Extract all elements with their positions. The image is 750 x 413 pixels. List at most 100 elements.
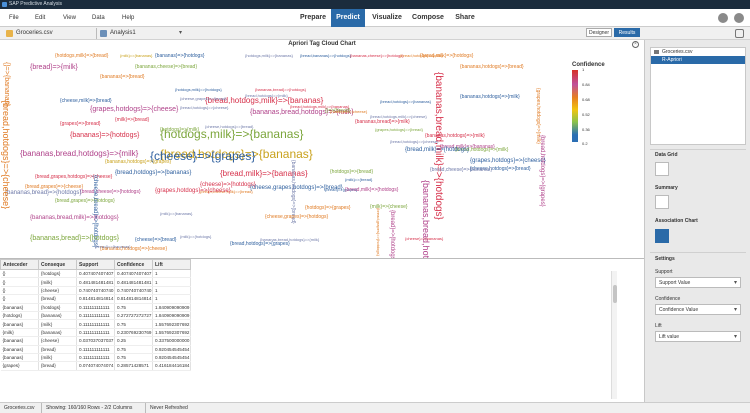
- column-header[interactable]: Confidence: [114, 259, 153, 270]
- dataset-item-r-apriori[interactable]: R-Apriori: [651, 56, 745, 64]
- tag-cloud-item[interactable]: {bread,grapes}=>{hotdogs}: [55, 199, 115, 204]
- tag-cloud-item[interactable]: {bananas,cheese}=>{hotdogs}: [350, 54, 404, 58]
- tag-cloud-item[interactable]: {bread}=>{bananas}: [95, 245, 131, 249]
- menu-view[interactable]: View: [63, 9, 76, 27]
- tag-cloud-item[interactable]: {bread,hotdogs,milk}=>{bananas}: [290, 105, 349, 109]
- tag-cloud-item[interactable]: {milk}=>{bread}: [115, 118, 149, 123]
- grid-scroll-thumb[interactable]: [613, 285, 617, 303]
- tag-cloud-item[interactable]: {bread,hotdogs,milk}=>{cheese}: [370, 115, 427, 119]
- tag-cloud-item[interactable]: {bananas,hotdogs}=>{bread}: [460, 65, 524, 70]
- tag-cloud-item[interactable]: {bread,hotdogs}=>{bananas}: [380, 100, 431, 104]
- tag-cloud-item[interactable]: {bread,milk}=>{hotdogs}: [420, 54, 473, 59]
- tag-cloud-item[interactable]: {milk}=>{bananas}: [120, 54, 152, 58]
- tag-cloud-item[interactable]: {milk}=>{bread}: [345, 178, 372, 182]
- tag-cloud-item[interactable]: {hotdogs}=>{cheese}: [330, 110, 367, 114]
- table-row[interactable]: {bananas} {milk} 0.111111111111 0.75 1.55769…: [0, 319, 191, 329]
- tag-cloud-item[interactable]: {bananas}=>{hotdogs}: [155, 54, 205, 59]
- tag-cloud-item[interactable]: {bread,hotdogs}=>{cheese}: [390, 140, 439, 144]
- tag-cloud-item[interactable]: {bread,hotdogs}=>{bananas}: [115, 170, 191, 176]
- tag-cloud-item[interactable]: {bread,hotdogs}=>{grapes}: [230, 242, 290, 247]
- table-row[interactable]: {hotdogs} {bananas} 0.111111111111 0.272727…: [0, 311, 191, 321]
- summary-icon[interactable]: [655, 195, 669, 209]
- tab-prepare[interactable]: Prepare: [296, 9, 330, 27]
- table-row[interactable]: {grapes} {bread} 0.074074074074 0.285714285…: [0, 361, 191, 371]
- table-row[interactable]: {} {bread} 0.814814814814 0.814814814814 1: [0, 294, 191, 304]
- tag-cloud-item[interactable]: {hotdogs,milk}=>{bread}: [55, 54, 108, 59]
- tag-cloud-item[interactable]: {bananas,bread,milk}=>{hotdogs}: [30, 215, 119, 221]
- tab-share[interactable]: Share: [452, 9, 478, 27]
- column-header[interactable]: Conseque: [38, 259, 77, 270]
- tab-compose[interactable]: Compose: [410, 9, 446, 27]
- table-row[interactable]: {bananas} {cheese} 0.037037037037 0.25 0.337…: [0, 336, 191, 346]
- tag-cloud-item[interactable]: {hotdogs,milk}=>{bananas}: [160, 128, 303, 140]
- tag-cloud-item[interactable]: {bread}=>{hotdogs}: [389, 210, 395, 262]
- tag-cloud-item[interactable]: {hotdogs}=>{grapes}: [305, 206, 351, 211]
- tag-cloud-item[interactable]: {grapes,hotdogs}=>{cheese}: [90, 106, 178, 113]
- settings-icon[interactable]: [718, 13, 728, 23]
- menu-data[interactable]: Data: [92, 9, 105, 27]
- tag-cloud-item[interactable]: {bread,bananas}=>{hotdogs}: [300, 54, 351, 58]
- tab-visualize[interactable]: Visualize: [368, 9, 406, 27]
- tag-cloud-item[interactable]: {bananas,cheese}=>{bread}: [135, 65, 197, 70]
- results-button[interactable]: Results: [614, 28, 640, 37]
- close-chart-icon[interactable]: ×: [632, 41, 639, 48]
- table-row[interactable]: {} {milk} 0.481481481481 0.481481481481 1: [0, 277, 191, 287]
- tag-cloud-item[interactable]: {milk}=>{bananas}: [160, 212, 192, 216]
- tag-cloud-item[interactable]: {bananas,hotdogs}=>{milk}: [460, 95, 520, 100]
- menu-help[interactable]: Help: [122, 9, 134, 27]
- column-header[interactable]: Anteceder: [0, 259, 39, 270]
- tag-cloud-item[interactable]: {grapes,hotdogs}=>{cheese}: [470, 158, 546, 164]
- table-row[interactable]: {} {hotdogs} 0.407407407407 0.407407407407 1: [0, 269, 191, 279]
- tag-cloud-item[interactable]: {hotdogs}=>{bread}: [330, 170, 373, 175]
- tag-cloud-item[interactable]: {bread,hotdogs}=>{grapes}: [539, 135, 545, 207]
- tag-cloud-item[interactable]: {bread,hotdogs}=>{cheese}: [1, 100, 11, 209]
- tag-cloud-item[interactable]: {milk}=>{cheese}: [370, 205, 408, 210]
- tag-cloud-item[interactable]: {cheese,grapes}=>{bread}: [180, 97, 227, 101]
- help-icon[interactable]: [734, 13, 744, 23]
- table-row[interactable]: {bananas} {hotdogs} 0.111111111111 0.75 1.84…: [0, 303, 191, 312]
- menu-file[interactable]: File: [9, 9, 19, 27]
- dataset-item-groceries[interactable]: Groceries.csv: [651, 48, 745, 56]
- column-header[interactable]: Support: [76, 259, 115, 270]
- tag-cloud-item[interactable]: {bread}=>{milk}: [30, 64, 78, 71]
- tag-cloud-item[interactable]: {hotdogs,milk}=>{hotdogs}: [175, 88, 222, 92]
- association-chart-icon[interactable]: [655, 229, 669, 243]
- table-row[interactable]: {bananas} {bread} 0.111111111111 0.75 0.9204…: [0, 345, 191, 354]
- tag-cloud-item[interactable]: {bread,milk}=>{hotdogs}: [345, 188, 398, 193]
- tag-cloud-item[interactable]: {bananas}=>{hotdogs}: [70, 132, 139, 139]
- tag-cloud-item[interactable]: {bananas,bread}=>{hotdogs}: [5, 190, 81, 196]
- table-row[interactable]: {milk} {bananas} 0.111111111111 0.230769230…: [0, 328, 191, 338]
- tag-cloud-item[interactable]: {grapes,hotdogs}=>{cheese}: [155, 188, 231, 194]
- tag-cloud-item[interactable]: {cheese,milk}=>{bread}: [60, 99, 112, 104]
- tag-cloud-item[interactable]: {bananas,bread}=>{milk}: [355, 120, 410, 125]
- tab-predict[interactable]: Predict: [331, 9, 365, 27]
- menu-edit[interactable]: Edit: [35, 9, 45, 27]
- tag-cloud-item[interactable]: {bread,milk}=>{hotdogs}: [405, 147, 469, 153]
- table-row[interactable]: {} {cheese} 0.740740740740 0.740740740740 1: [0, 286, 191, 296]
- tag-cloud-item[interactable]: {cheese}=>{bread}: [135, 238, 176, 243]
- tag-cloud-item[interactable]: {bread,grapes,hotdogs}=>{cheese}: [35, 175, 112, 180]
- tag-cloud-item[interactable]: {bread,grapes}=>{hotdogs}: [376, 208, 381, 256]
- tag-cloud-item[interactable]: {cheese,grapes}=>{hotdogs}: [265, 215, 328, 220]
- column-header[interactable]: Lift: [152, 259, 191, 270]
- tag-cloud-item[interactable]: {bread,cheese}=>{hotdogs}: [80, 190, 141, 195]
- analysis-selector[interactable]: Analysis1 ▾: [98, 28, 184, 39]
- tag-cloud-item[interactable]: {bread,cheese}=>{bananas}: [430, 168, 492, 173]
- tag-cloud-item[interactable]: {milk}=>{hotdogs}: [180, 235, 211, 239]
- export-icon[interactable]: [735, 29, 744, 38]
- data-grid-icon[interactable]: [655, 162, 669, 176]
- tag-cloud-item[interactable]: {grapes,hotdogs}=>{bread}: [375, 128, 423, 132]
- tag-cloud-item[interactable]: {bananas,bread,hotdogs}=>{milk}: [260, 238, 319, 242]
- confidence-select[interactable]: Confidence Value ▾: [655, 304, 741, 315]
- tag-cloud-item[interactable]: {bananas,bread}=>{hotdogs}: [30, 235, 119, 242]
- tag-cloud-item[interactable]: {bread,hotdogs}=>{cheese}: [180, 106, 229, 110]
- tag-cloud-item[interactable]: {bananas}=>{bread}: [100, 75, 145, 80]
- tag-cloud-item[interactable]: {bananas,hotdogs}=>{grapes}: [105, 160, 171, 165]
- support-select[interactable]: Support Value ▾: [655, 277, 741, 288]
- grid-scrollbar[interactable]: [611, 271, 617, 399]
- tag-cloud-item[interactable]: {hotdogs,milk}=>{bananas}: [245, 54, 293, 58]
- tag-cloud-item[interactable]: {bananas,bread,hotdogs}=>{milk}: [20, 150, 138, 158]
- table-row[interactable]: {bananas} {milk} 0.111111111111 0.75 0.92045…: [0, 353, 191, 363]
- tag-cloud-item[interactable]: {bananas,bread}=>{hotdogs}: [255, 88, 306, 92]
- designer-button[interactable]: Designer: [586, 28, 612, 37]
